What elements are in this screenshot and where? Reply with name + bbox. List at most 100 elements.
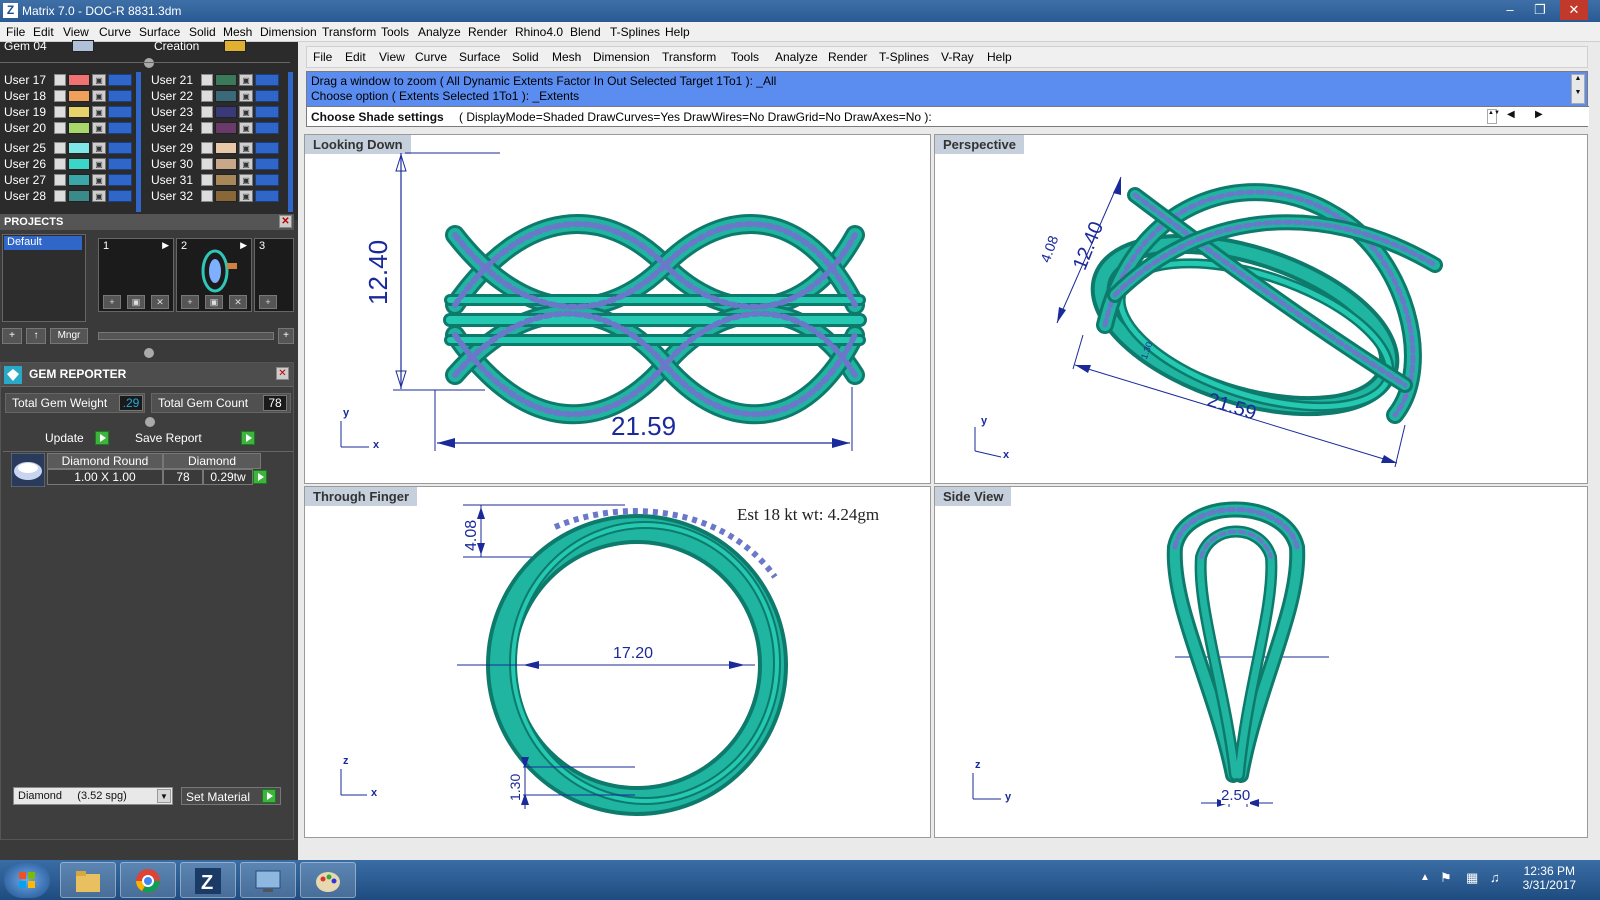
menu-view[interactable]: View — [63, 25, 89, 39]
layer-color-swatch[interactable] — [215, 174, 237, 186]
show-hidden-icons[interactable]: ▲ — [1420, 872, 1430, 883]
layer-row[interactable]: User 24 ▣ — [147, 120, 287, 136]
menu-file[interactable]: File — [6, 25, 25, 39]
layer-row[interactable]: User 21 ▣ — [147, 72, 287, 88]
menu-transform[interactable]: Transform — [662, 50, 716, 64]
volume-icon[interactable]: ♫ — [1490, 870, 1500, 885]
arrow-right-icon[interactable]: ▶ — [1535, 109, 1543, 120]
menu-edit[interactable]: Edit — [345, 50, 366, 64]
layer-color-swatch[interactable] — [68, 174, 90, 186]
menu-edit[interactable]: Edit — [33, 25, 54, 39]
layer-visibility-toggle[interactable] — [108, 90, 132, 102]
menu-render[interactable]: Render — [828, 50, 867, 64]
layer-expand-icon[interactable] — [201, 190, 213, 202]
menu-transform[interactable]: Transform — [322, 25, 376, 39]
manager-button[interactable]: Mngr — [50, 328, 88, 344]
menu-help[interactable]: Help — [665, 25, 690, 39]
layer-row[interactable]: User 29 ▣ — [147, 140, 287, 156]
windows-start-icon[interactable] — [4, 862, 50, 898]
thumb-add-icon[interactable]: + — [103, 295, 121, 309]
menu-file[interactable]: File — [313, 50, 332, 64]
menu-view[interactable]: View — [379, 50, 405, 64]
layer-expand-icon[interactable] — [54, 158, 66, 170]
layer-visibility-toggle[interactable] — [255, 190, 279, 202]
layer-expand-icon[interactable] — [54, 190, 66, 202]
update-button[interactable]: Update — [45, 431, 84, 445]
lock-icon[interactable]: ▣ — [92, 158, 106, 170]
menu-mesh[interactable]: Mesh — [223, 25, 252, 39]
update-arrow-icon[interactable] — [95, 431, 109, 445]
layer-color-swatch[interactable] — [215, 158, 237, 170]
lock-icon[interactable]: ▣ — [239, 74, 253, 86]
layer-color-swatch[interactable] — [68, 90, 90, 102]
layer-color-swatch[interactable] — [215, 74, 237, 86]
material-select[interactable]: Diamond (3.52 spg) ▼ — [13, 787, 173, 805]
viewport-looking-down[interactable]: Looking Down 12.40 21.59 y x — [304, 134, 931, 484]
layer-color-swatch[interactable] — [215, 90, 237, 102]
layer-color-swatch[interactable] — [215, 122, 237, 134]
layer-expand-icon[interactable] — [201, 74, 213, 86]
menu-blend[interactable]: Blend — [570, 25, 601, 39]
menu-vray[interactable]: V-Ray — [941, 50, 974, 64]
layer-color-swatch[interactable] — [224, 40, 246, 52]
layer-visibility-toggle[interactable] — [108, 106, 132, 118]
layer-color-swatch[interactable] — [215, 106, 237, 118]
layer-row[interactable]: User 31 ▣ — [147, 172, 287, 188]
splitter-handle[interactable] — [145, 417, 155, 427]
layer-expand-icon[interactable] — [54, 90, 66, 102]
layer-color-swatch[interactable] — [68, 190, 90, 202]
layer-expand-icon[interactable] — [54, 142, 66, 154]
thumb-save-icon[interactable]: ▣ — [205, 295, 223, 309]
layer-row[interactable]: User 27 ▣ — [0, 172, 140, 188]
menu-curve[interactable]: Curve — [99, 25, 131, 39]
menu-tsplines[interactable]: T-Splines — [610, 25, 660, 39]
layer-color-swatch[interactable] — [68, 142, 90, 154]
thumb-arrow-icon[interactable]: ▶ — [162, 240, 169, 251]
layer-color-swatch[interactable] — [215, 190, 237, 202]
layer-color-swatch[interactable] — [68, 122, 90, 134]
layer-color-swatch[interactable] — [215, 142, 237, 154]
layer-row[interactable]: User 17 ▣ — [0, 72, 140, 88]
layer-visibility-toggle[interactable] — [108, 74, 132, 86]
layer-expand-icon[interactable] — [201, 106, 213, 118]
restore-button[interactable]: ❐ — [1526, 0, 1554, 20]
thumb-add-icon[interactable]: + — [181, 295, 199, 309]
lock-icon[interactable]: ▣ — [92, 174, 106, 186]
project-thumb-3[interactable]: 3 + — [254, 238, 294, 312]
menu-analyze[interactable]: Analyze — [418, 25, 461, 39]
layer-row[interactable]: User 30 ▣ — [147, 156, 287, 172]
save-report-button[interactable]: Save Report — [135, 431, 202, 445]
lock-icon[interactable]: ▣ — [239, 122, 253, 134]
menu-surface[interactable]: Surface — [459, 50, 500, 64]
lock-icon[interactable]: ▣ — [239, 158, 253, 170]
layer-expand-icon[interactable] — [54, 174, 66, 186]
lock-icon[interactable]: ▣ — [239, 174, 253, 186]
viewport-side-view[interactable]: Side View 2.50 z y — [934, 486, 1588, 838]
layer-visibility-toggle[interactable] — [108, 122, 132, 134]
add-project-icon[interactable]: + — [2, 328, 22, 344]
layer-expand-icon[interactable] — [201, 174, 213, 186]
menu-surface[interactable]: Surface — [139, 25, 180, 39]
menu-solid[interactable]: Solid — [189, 25, 216, 39]
layer-expand-icon[interactable] — [54, 106, 66, 118]
layer-expand-icon[interactable] — [201, 90, 213, 102]
desktop-taskbar-button[interactable] — [240, 862, 296, 898]
layer-visibility-toggle[interactable] — [255, 142, 279, 154]
close-icon[interactable]: ✕ — [279, 215, 292, 228]
layer-expand-icon[interactable] — [54, 74, 66, 86]
layer-scroll-indicator[interactable] — [288, 72, 293, 212]
layer-expand-icon[interactable] — [201, 158, 213, 170]
layer-expand-icon[interactable] — [201, 142, 213, 154]
layer-row[interactable]: User 23 ▣ — [147, 104, 287, 120]
set-material-button[interactable]: Set Material — [181, 787, 281, 805]
system-clock[interactable]: 12:36 PM 3/31/2017 — [1523, 864, 1576, 892]
layer-expand-icon[interactable] — [201, 122, 213, 134]
menu-analyze[interactable]: Analyze — [775, 50, 818, 64]
paint-taskbar-button[interactable] — [300, 862, 356, 898]
project-default[interactable]: Default — [4, 236, 82, 250]
lock-icon[interactable]: ▣ — [92, 106, 106, 118]
layer-row-partial[interactable]: Gem 04 Creation — [0, 38, 290, 54]
thumb-delete-icon[interactable]: ✕ — [229, 295, 247, 309]
save-report-arrow-icon[interactable] — [241, 431, 255, 445]
thumb-add-icon[interactable]: + — [259, 295, 277, 309]
